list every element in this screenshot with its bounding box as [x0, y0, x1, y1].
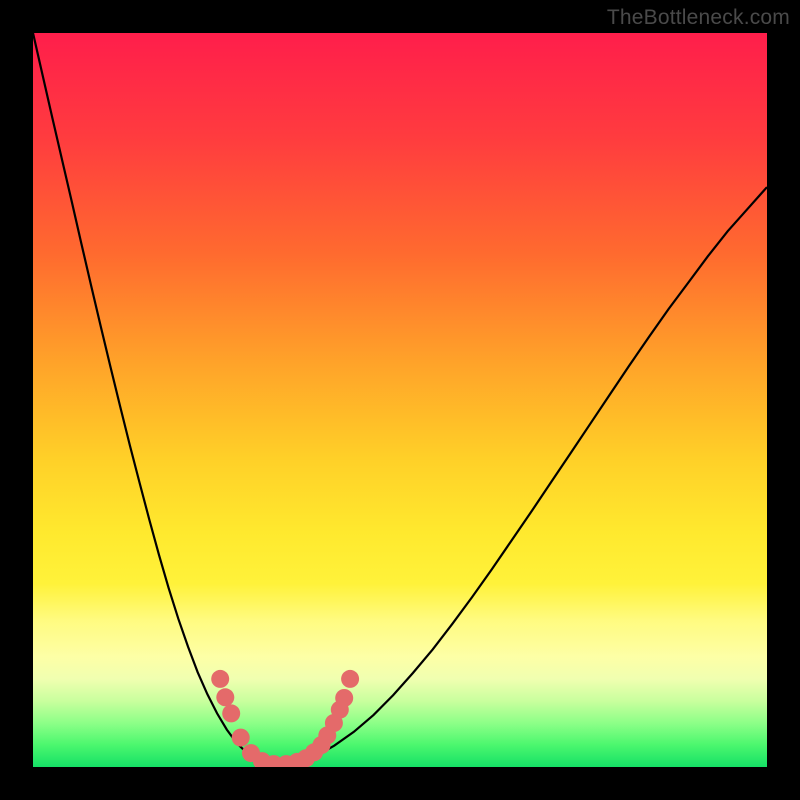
- highlight-dot: [341, 670, 359, 688]
- bottleneck-curve: [33, 33, 767, 767]
- highlight-dots: [211, 670, 359, 767]
- curve-layer: [33, 33, 767, 767]
- plot-area: [33, 33, 767, 767]
- highlight-dot: [232, 729, 250, 747]
- highlight-dot: [335, 689, 353, 707]
- highlight-dot: [216, 688, 234, 706]
- highlight-dot: [222, 704, 240, 722]
- watermark-text: TheBottleneck.com: [607, 6, 790, 30]
- highlight-dot: [211, 670, 229, 688]
- chart-frame: TheBottleneck.com: [0, 0, 800, 800]
